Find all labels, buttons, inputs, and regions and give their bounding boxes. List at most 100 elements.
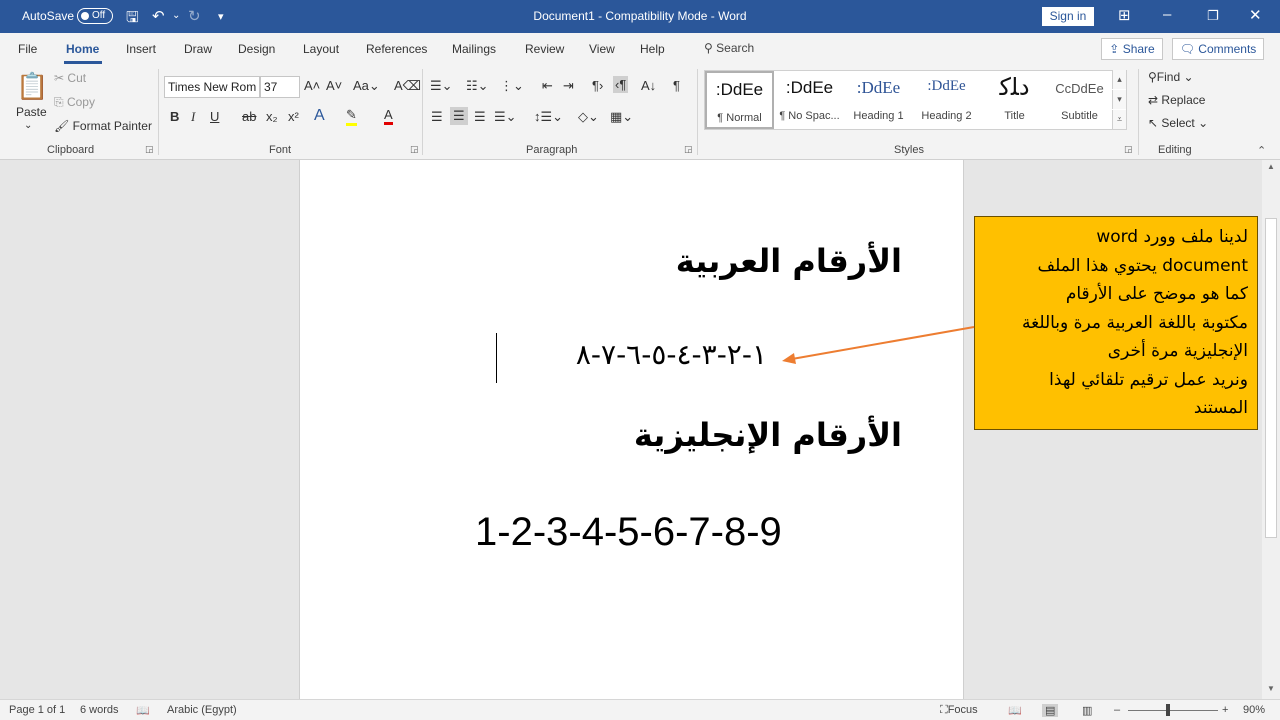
text-effects-icon[interactable]: A [314,107,325,125]
styles-more-icon[interactable]: ⩡ [1112,110,1126,129]
close-icon[interactable]: ✕ [1249,6,1262,24]
word-count[interactable]: 6 words [80,704,119,716]
clear-formatting-icon[interactable]: A⌫ [394,78,421,94]
tab-layout[interactable]: Layout [303,42,339,56]
comments-button[interactable]: 🗨 Comments [1172,38,1264,60]
print-layout-icon[interactable]: ▤ [1042,704,1059,717]
arabic-numbers-heading[interactable]: الأرقام العربية [676,242,902,280]
ltr-direction-icon[interactable]: ¶› [592,78,603,93]
borders-icon[interactable]: ▦⌄ [610,109,633,125]
share-button[interactable]: ⇪ Share [1101,38,1163,60]
tab-insert[interactable]: Insert [126,42,156,56]
read-mode-icon[interactable]: 📖 [1008,704,1022,717]
change-case-icon[interactable]: Aa⌄ [353,78,380,94]
group-divider [158,69,159,155]
tab-mailings[interactable]: Mailings [452,42,496,56]
zoom-in-icon[interactable]: + [1222,704,1228,716]
numbering-icon[interactable]: ☷⌄ [466,78,489,94]
align-left-icon[interactable]: ☰ [431,109,443,125]
format-painter-button[interactable]: 🖌 Format Painter [54,119,152,133]
paste-dropdown-icon[interactable]: ⌄ [24,120,32,131]
multilevel-list-icon[interactable]: ⋮⌄ [500,78,524,94]
find-button[interactable]: ⚲Find ⌄ [1148,70,1194,84]
callout-line: ونريد عمل ترقيم تلقائي لهذا [1049,369,1248,390]
tell-me-search[interactable]: ⚲ Search [704,41,754,55]
style-subtitle[interactable]: CcDdEe Subtitle [1045,71,1114,129]
style-preview: CcDdEe [1055,81,1104,96]
zoom-out-icon[interactable]: – [1114,704,1120,716]
select-button[interactable]: ↖ Select ⌄ [1148,116,1208,130]
style-normal[interactable]: :DdEe ¶ Normal [705,71,774,129]
page-count[interactable]: Page 1 of 1 [9,704,65,716]
justify-icon[interactable]: ☰⌄ [494,109,517,125]
align-right-icon[interactable]: ☰ [474,109,486,125]
align-center-icon[interactable]: ☰ [450,107,468,125]
scroll-up-icon[interactable]: ▲ [1267,162,1275,171]
strikethrough-icon[interactable]: ab [242,109,256,124]
font-color-icon[interactable]: A [384,107,393,125]
underline-icon[interactable]: U [210,109,219,124]
collapse-ribbon-icon[interactable]: ⌃ [1257,144,1266,157]
english-numbers-line[interactable]: 1-2-3-4-5-6-7-8-9 [475,510,782,555]
tab-view[interactable]: View [589,42,615,56]
shading-icon[interactable]: ◇⌄ [578,109,599,125]
tab-draw[interactable]: Draw [184,42,212,56]
show-formatting-icon[interactable]: ¶ [673,78,680,93]
minimize-icon[interactable]: – [1163,6,1171,23]
font-size-box[interactable]: 37 [260,76,300,98]
zoom-slider-track[interactable] [1128,710,1218,711]
line-spacing-icon[interactable]: ↕☰⌄ [534,109,563,125]
sort-icon[interactable]: A↓ [641,78,656,93]
arabic-numbers-line[interactable]: ١-٢-٣-٤-٥-٦-٧-٨ [497,338,767,371]
clipboard-launcher-icon[interactable]: ◲ [145,144,154,155]
sign-in-button[interactable]: Sign in [1042,7,1094,26]
replace-button[interactable]: ⇄ Replace [1148,93,1205,107]
ribbon: 📋 Paste ⌄ ✂ Cut ⎘ Copy 🖌 Format Painter … [0,65,1280,160]
bullets-icon[interactable]: ☰⌄ [430,78,453,94]
styles-launcher-icon[interactable]: ◲ [1124,144,1133,155]
superscript-icon[interactable]: x² [288,109,299,124]
tab-design[interactable]: Design [238,42,275,56]
cut-button[interactable]: ✂ Cut [54,71,86,85]
tab-references[interactable]: References [366,42,427,56]
paragraph-launcher-icon[interactable]: ◲ [684,144,693,155]
vertical-scrollbar[interactable]: ▲ ▼ [1262,160,1280,699]
subscript-icon[interactable]: x₂ [266,109,278,124]
restore-icon[interactable]: ❐ [1207,8,1219,24]
styles-scroll-down-icon[interactable]: ▾ [1112,90,1126,109]
font-launcher-icon[interactable]: ◲ [410,144,419,155]
web-layout-icon[interactable]: ▥ [1082,704,1092,717]
style-heading-1[interactable]: :DdEe Heading 1 [844,71,913,129]
copy-button[interactable]: ⎘ Copy [54,95,95,110]
shrink-font-icon[interactable]: A˅ [326,78,342,93]
focus-button[interactable]: ⛶Focus [940,704,978,717]
tab-home[interactable]: Home [66,42,99,56]
tab-review[interactable]: Review [525,42,564,56]
grow-font-icon[interactable]: A˄ [304,78,320,93]
english-numbers-heading[interactable]: الأرقام الإنجليزية [634,416,902,454]
increase-indent-icon[interactable]: ⇥ [563,78,574,94]
focus-label: Focus [947,704,978,716]
paste-icon[interactable]: 📋 [16,71,48,102]
zoom-slider-thumb[interactable] [1166,704,1170,716]
rtl-direction-icon[interactable]: ‹¶ [613,76,629,93]
italic-icon[interactable]: I [191,109,195,125]
ribbon-display-options-icon[interactable]: ⊞ [1118,6,1131,24]
decrease-indent-icon[interactable]: ⇤ [542,78,553,94]
styles-scroll-up-icon[interactable]: ▴ [1112,70,1126,89]
tab-file[interactable]: File [18,42,37,56]
paste-label[interactable]: Paste [16,105,47,119]
tab-help[interactable]: Help [640,42,665,56]
proofing-icon[interactable]: 📖 [136,704,150,717]
language-indicator[interactable]: Arabic (Egypt) [167,704,237,716]
highlight-icon[interactable]: ✎ [346,107,357,126]
callout-box[interactable]: لدينا ملف وورد word document يحتوي هذا ا… [974,216,1258,430]
style-heading-2[interactable]: :DdEe Heading 2 [912,71,981,129]
font-name-box[interactable]: Times New Rom [164,76,260,98]
bold-icon[interactable]: B [170,109,179,124]
scroll-down-icon[interactable]: ▼ [1267,684,1275,693]
style-title[interactable]: ﺩﻠﮐ Title [980,71,1049,129]
style-no-spacing[interactable]: :DdEe ¶ No Spac... [775,71,844,129]
zoom-level[interactable]: 90% [1243,704,1265,716]
scroll-thumb[interactable] [1265,218,1277,538]
